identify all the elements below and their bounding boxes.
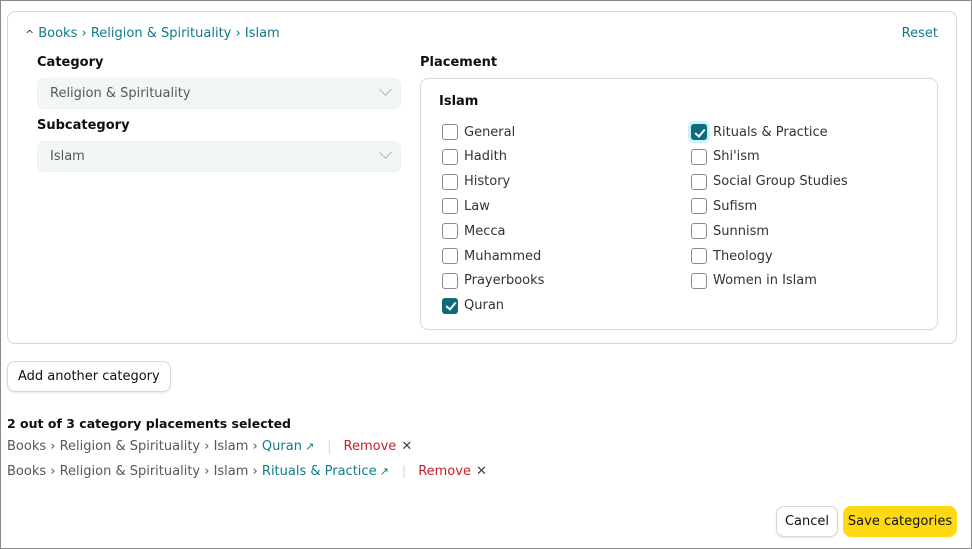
category-select-value: Religion & Spirituality — [50, 86, 191, 101]
placement-checkbox-item[interactable]: Mecca — [442, 222, 505, 240]
checkbox-label: General — [464, 124, 516, 140]
add-another-category-button[interactable]: Add another category — [7, 361, 171, 392]
save-categories-button[interactable]: Save categories — [843, 506, 957, 537]
checkbox-label: Quran — [464, 298, 505, 314]
category-label: Category — [37, 55, 104, 70]
checkbox[interactable] — [691, 173, 707, 190]
placement-group-title: Islam — [439, 94, 479, 109]
subcategory-select[interactable]: Islam — [37, 141, 401, 172]
chevron-down-icon — [379, 83, 392, 96]
placement-box: Islam General Hadith History Law Mecca Muhamm… — [420, 78, 938, 330]
chevron-down-icon — [379, 146, 392, 159]
checkbox[interactable] — [442, 248, 458, 264]
checkbox[interactable] — [691, 148, 707, 165]
selected-placement-row: Books › Religion & Spirituality › Islam … — [7, 439, 412, 454]
placement-checkbox-item[interactable]: Prayerbooks — [442, 272, 544, 290]
checkbox-label: History — [464, 174, 511, 190]
placement-label: Placement — [420, 55, 498, 70]
placement-checkbox-item[interactable]: Sunnism — [691, 222, 769, 240]
checkbox-checked[interactable] — [442, 297, 458, 314]
placement-checkbox-item[interactable]: Law — [442, 197, 490, 215]
placement-checkbox-item[interactable]: Hadith — [442, 148, 507, 166]
checkbox[interactable] — [691, 223, 707, 240]
placement-checkbox-item[interactable]: History — [442, 173, 510, 191]
placement-checkbox-item[interactable]: Shi'ism — [691, 148, 760, 166]
checkbox[interactable] — [442, 223, 458, 240]
close-icon[interactable]: ✕ — [476, 464, 487, 479]
checkbox-label: Rituals & Practice — [713, 124, 828, 140]
placement-checkbox-item[interactable]: General — [442, 123, 515, 141]
breadcrumb-separator: › — [81, 26, 87, 41]
checkbox[interactable] — [442, 198, 458, 215]
checkbox-label: Sufism — [713, 198, 758, 214]
checkbox-checked[interactable] — [691, 124, 707, 140]
placement-checkbox-item[interactable]: Muhammed — [442, 247, 541, 265]
checkbox-label: Hadith — [464, 149, 507, 165]
breadcrumb-separator: › — [235, 26, 241, 41]
checkbox[interactable] — [691, 198, 707, 215]
checkbox-label: Shi'ism — [713, 149, 760, 165]
breadcrumb-item[interactable]: Books — [38, 26, 77, 41]
category-select[interactable]: Religion & Spirituality — [37, 78, 401, 109]
checkbox[interactable] — [691, 272, 707, 289]
placement-checkbox-item[interactable]: Theology — [691, 247, 773, 265]
placement-checkbox-item[interactable]: Social Group Studies — [691, 173, 848, 191]
reset-link[interactable]: Reset — [902, 26, 938, 41]
divider: | — [327, 439, 332, 454]
placement-path: Books › Religion & Spirituality › Islam … — [7, 464, 258, 479]
remove-link[interactable]: Remove — [418, 464, 471, 479]
subcategory-label: Subcategory — [37, 118, 130, 133]
breadcrumb-item[interactable]: Islam — [245, 26, 280, 41]
checkbox-label: Prayerbooks — [464, 273, 545, 289]
checkbox[interactable] — [442, 124, 458, 140]
checkbox[interactable] — [442, 173, 458, 190]
placement-checkbox-item[interactable]: Quran — [442, 297, 504, 315]
cancel-button[interactable]: Cancel — [776, 506, 838, 537]
checkbox-label: Mecca — [464, 223, 506, 239]
checkbox[interactable] — [691, 248, 707, 264]
checkbox-label: Sunnism — [713, 223, 770, 239]
selection-summary: 2 out of 3 category placements selected — [7, 416, 292, 431]
checkbox-label: Social Group Studies — [713, 174, 848, 190]
divider: | — [401, 464, 407, 479]
breadcrumb-item[interactable]: Religion & Spirituality — [91, 26, 232, 41]
placement-checkbox-item[interactable]: Sufism — [691, 197, 757, 215]
checkbox-label: Women in Islam — [713, 273, 817, 289]
placement-leaf-link[interactable]: Quran ↗ — [262, 439, 314, 454]
checkbox-label: Muhammed — [464, 248, 542, 264]
category-panel: ^ Books › Religion & Spirituality › Isla… — [7, 11, 957, 344]
external-link-icon: ↗ — [304, 440, 315, 453]
placement-leaf-link[interactable]: Rituals & Practice ↗ — [262, 464, 389, 479]
external-link-icon: ↗ — [379, 465, 389, 478]
checkbox-label: Theology — [713, 248, 773, 264]
checkbox[interactable] — [442, 148, 458, 165]
breadcrumb[interactable]: ^ Books › Religion & Spirituality › Isla… — [25, 26, 280, 41]
chevron-up-icon[interactable]: ^ — [25, 28, 34, 41]
placement-checkbox-item[interactable]: Women in Islam — [691, 272, 817, 290]
subcategory-select-value: Islam — [50, 149, 85, 164]
placement-checkbox-item[interactable]: Rituals & Practice — [691, 123, 828, 141]
checkbox[interactable] — [442, 272, 458, 289]
selected-placement-row: Books › Religion & Spirituality › Islam … — [7, 464, 487, 479]
placement-path: Books › Religion & Spirituality › Islam … — [7, 439, 258, 454]
checkbox-label: Law — [464, 198, 490, 214]
remove-link[interactable]: Remove — [344, 439, 397, 454]
close-icon[interactable]: ✕ — [401, 439, 412, 454]
